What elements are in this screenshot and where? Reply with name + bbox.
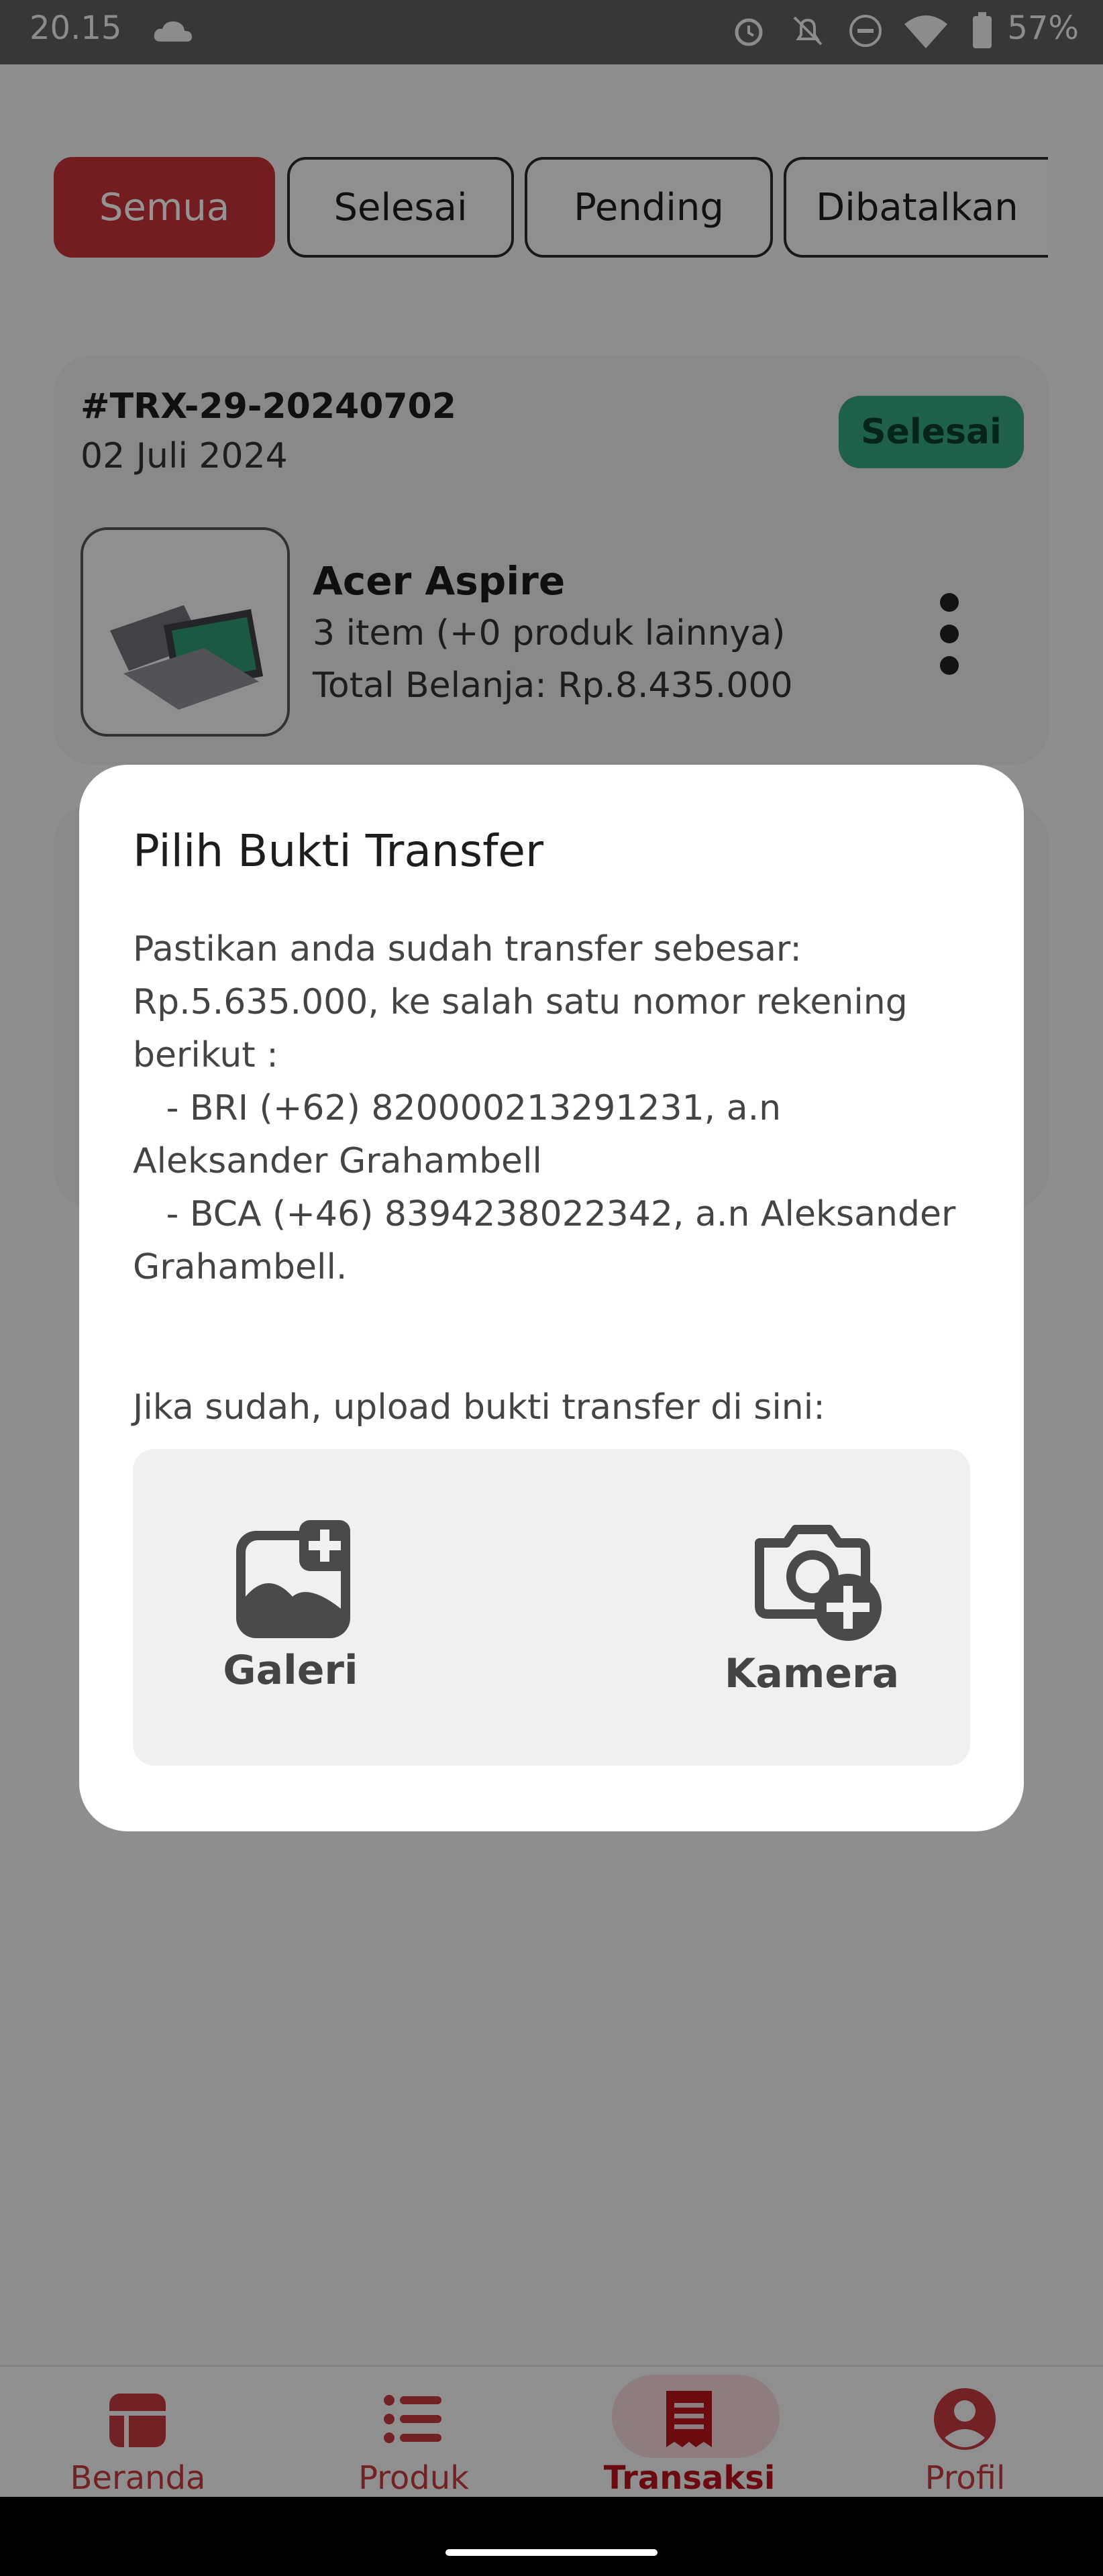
camera-button[interactable]: Kamera (718, 1496, 906, 1711)
dialog-title: Pilih Bukti Transfer (133, 825, 544, 877)
gallery-label: Galeri (223, 1647, 358, 1694)
dialog-message: Pastikan anda sudah transfer sebesar: Rp… (133, 929, 956, 1287)
add-photo-gallery-icon (236, 1520, 350, 1638)
upload-prompt: Jika sudah, upload bukti transfer di sin… (133, 1387, 825, 1428)
home-indicator[interactable] (445, 2549, 658, 2556)
gallery-button[interactable]: Galeri (201, 1496, 380, 1711)
camera-label: Kamera (724, 1650, 900, 1697)
add-camera-icon (755, 1525, 882, 1641)
system-navigation-bar (0, 2497, 1103, 2576)
